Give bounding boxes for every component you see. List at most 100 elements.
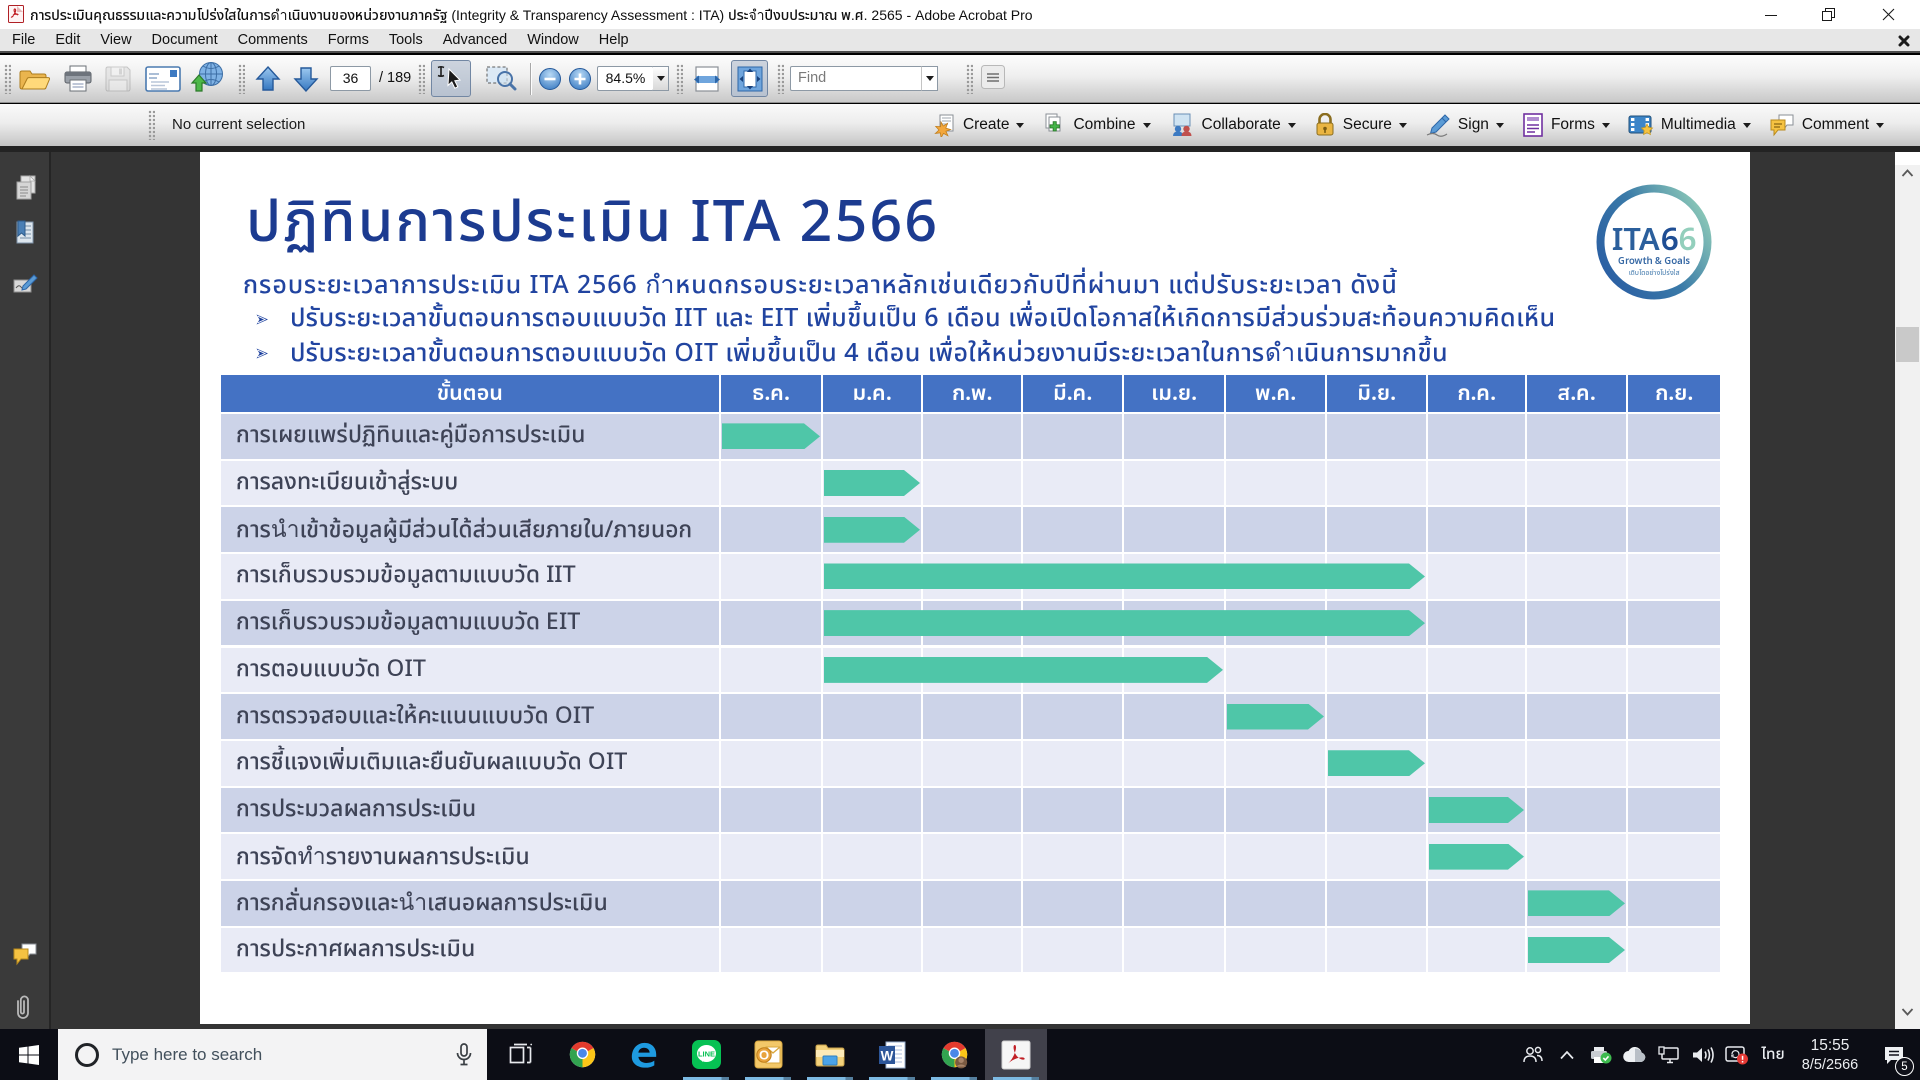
toolbar-grip[interactable]	[238, 64, 245, 94]
page-number-input[interactable]: 36	[330, 66, 371, 91]
maximize-button[interactable]	[1805, 0, 1851, 29]
email-button[interactable]	[143, 62, 183, 96]
multimedia-button[interactable]: Multimedia	[1620, 108, 1759, 142]
svg-text:LINE: LINE	[697, 1050, 714, 1059]
menu-forms[interactable]: Forms	[318, 29, 379, 53]
logo-tagline: เติบโตอย่างโปร่งใส	[1629, 268, 1681, 279]
taskbar-search[interactable]: Type here to search	[58, 1029, 487, 1080]
previous-page-button[interactable]	[251, 62, 285, 96]
upload-button[interactable]	[188, 60, 226, 94]
zoom-dropdown-button[interactable]	[653, 66, 669, 91]
combine-button[interactable]: Combine	[1034, 108, 1158, 142]
microphone-icon[interactable]	[455, 1043, 473, 1067]
pages-panel-icon[interactable]	[12, 174, 40, 202]
attachments-panel-icon[interactable]	[12, 994, 40, 1022]
gantt-header-month: ก.ย.	[1628, 375, 1720, 412]
menu-edit[interactable]: Edit	[45, 29, 90, 53]
gantt-month-cell	[1023, 834, 1122, 879]
toolbar-grip[interactable]	[418, 64, 425, 94]
menu-advanced[interactable]: Advanced	[433, 29, 518, 53]
chrome-taskbar-button[interactable]	[551, 1029, 613, 1080]
gantt-month-cell	[1628, 507, 1720, 552]
taskbar-clock[interactable]: 15:55 8/5/2566	[1792, 1036, 1868, 1074]
gantt-header-month: ส.ค.	[1527, 375, 1626, 412]
fit-page-button[interactable]	[731, 60, 768, 97]
chrome-profile-taskbar-button[interactable]	[923, 1029, 985, 1080]
language-indicator[interactable]: ไทย	[1754, 1043, 1792, 1066]
scrollbar-thumb[interactable]	[1896, 327, 1919, 362]
menu-help[interactable]: Help	[589, 29, 639, 53]
gantt-bar	[824, 563, 1425, 589]
menu-document[interactable]: Document	[142, 29, 228, 53]
menu-comments[interactable]: Comments	[228, 29, 318, 53]
gantt-month-cell	[1428, 694, 1525, 739]
menu-tools[interactable]: Tools	[379, 29, 433, 53]
gantt-month-cell	[1023, 928, 1122, 973]
find-input[interactable]: Find	[790, 66, 922, 91]
open-button[interactable]	[17, 62, 51, 96]
snapshot-tool-button[interactable]	[482, 62, 520, 96]
vertical-scrollbar[interactable]	[1895, 152, 1920, 1029]
find-dropdown-button[interactable]	[921, 66, 938, 91]
network-icon[interactable]	[1652, 1029, 1686, 1080]
chrome-profile-icon	[940, 1040, 969, 1069]
secure-button[interactable]: Secure	[1306, 108, 1415, 142]
toolbar-grip[interactable]	[966, 64, 973, 94]
line-taskbar-button[interactable]: LINE	[675, 1029, 737, 1080]
acrobat-taskbar-button[interactable]	[985, 1029, 1047, 1080]
close-button[interactable]	[1865, 0, 1911, 29]
start-button[interactable]	[0, 1029, 58, 1080]
menubar-close-icon[interactable]	[1898, 35, 1910, 47]
hidden-icons-chevron[interactable]	[1550, 1029, 1584, 1080]
action-alert-icon[interactable]	[1720, 1029, 1754, 1080]
zoom-in-button[interactable]	[567, 66, 593, 92]
dropdown-arrow-icon	[1016, 123, 1024, 128]
taskview-taskbar-button[interactable]	[489, 1029, 551, 1080]
zoom-out-button[interactable]	[537, 66, 563, 92]
signatures-panel-icon[interactable]	[12, 272, 40, 300]
next-page-button[interactable]	[289, 62, 323, 96]
gantt-month-cell	[1527, 648, 1626, 693]
comment-button[interactable]: Comment	[1761, 108, 1892, 142]
toolbar-menu-button[interactable]	[979, 63, 1007, 91]
save-button[interactable]	[101, 62, 135, 96]
menu-file[interactable]: File	[2, 29, 45, 53]
gantt-month-cell	[823, 741, 921, 786]
bookmarks-panel-icon[interactable]	[12, 220, 40, 248]
gantt-month-cell	[1628, 881, 1720, 926]
create-button[interactable]: Create	[924, 108, 1033, 142]
scrolling-mode-button[interactable]	[690, 62, 724, 96]
select-tool-button[interactable]	[431, 60, 471, 97]
menu-window[interactable]: Window	[517, 29, 589, 53]
gantt-month-cell	[1124, 928, 1224, 973]
minimize-button[interactable]	[1748, 0, 1794, 29]
toolbar-grip[interactable]	[148, 110, 155, 140]
menu-view[interactable]: View	[90, 29, 141, 53]
word-taskbar-button[interactable]: W	[861, 1029, 923, 1080]
printer-status-icon[interactable]	[1584, 1029, 1618, 1080]
toolbar-grip[interactable]	[4, 64, 11, 94]
gantt-month-cell	[1527, 507, 1626, 552]
print-button[interactable]	[61, 62, 95, 96]
scroll-up-icon[interactable]	[1900, 166, 1915, 181]
toolbar-grip[interactable]	[676, 64, 683, 94]
volume-icon[interactable]	[1686, 1029, 1720, 1080]
people-icon[interactable]	[1516, 1029, 1550, 1080]
sign-button[interactable]: Sign	[1417, 108, 1512, 142]
gantt-task-label: การเผยแพร่ปฏิทินและคู่มือการประเมิน	[221, 414, 719, 459]
explorer-taskbar-button[interactable]	[799, 1029, 861, 1080]
gantt-task-label: การเก็บรวบรวมข้อมูลตามแบบวัด EIT	[221, 601, 719, 646]
notification-center-button[interactable]: 5	[1868, 1029, 1920, 1080]
onedrive-icon[interactable]	[1618, 1029, 1652, 1080]
edge-taskbar-button[interactable]	[613, 1029, 675, 1080]
gantt-task-label: การลงทะเบียนเข้าสู่ระบบ	[221, 461, 719, 506]
toolbar-grip[interactable]	[777, 64, 784, 94]
forms-button[interactable]: Forms	[1514, 108, 1618, 142]
outlook-taskbar-button[interactable]: O	[737, 1029, 799, 1080]
notification-badge: 5	[1895, 1057, 1914, 1076]
gantt-month-cell	[1226, 881, 1325, 926]
collaborate-button[interactable]: Collaborate	[1161, 108, 1304, 142]
zoom-level-input[interactable]: 84.5%	[597, 66, 654, 91]
scroll-down-icon[interactable]	[1900, 1004, 1915, 1019]
comments-panel-icon[interactable]	[12, 942, 40, 970]
